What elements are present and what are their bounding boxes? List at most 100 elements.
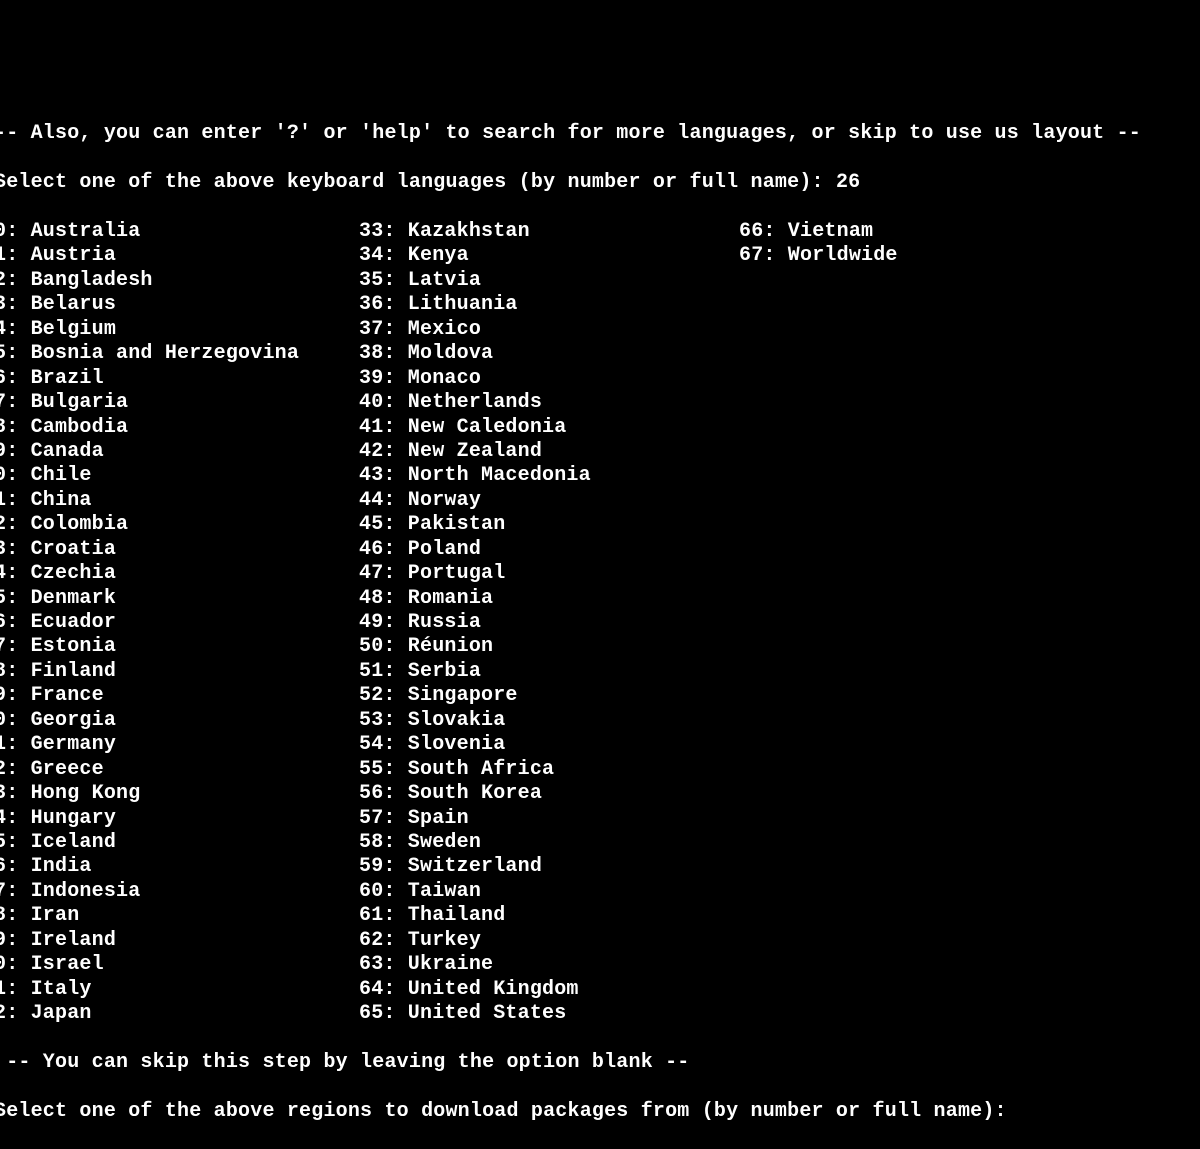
region-item: 60: Taiwan <box>359 880 739 904</box>
region-row: 5: Denmark 48: Romania <box>0 587 1194 611</box>
region-item: 6: Ecuador <box>0 611 359 635</box>
region-item: 6: Brazil <box>0 367 359 391</box>
region-row: 9: France 52: Singapore <box>0 684 1194 708</box>
region-item: 4: Czechia <box>0 562 359 586</box>
region-item: 56: South Korea <box>359 782 739 806</box>
region-item: 50: Réunion <box>359 635 739 659</box>
region-row: 3: Hong Kong 56: South Korea <box>0 782 1194 806</box>
region-item: 36: Lithuania <box>359 293 739 317</box>
keyboard-prompt-line: Select one of the above keyboard languag… <box>0 171 1194 195</box>
region-item: 47: Portugal <box>359 562 739 586</box>
region-row: 0: Australia 33: Kazakhstan 66: Vietnam <box>0 220 1194 244</box>
region-row: 7: Indonesia 60: Taiwan <box>0 880 1194 904</box>
region-item: 53: Slovakia <box>359 709 739 733</box>
region-row: 1: Austria 34: Kenya 67: Worldwide <box>0 244 1194 268</box>
region-item: 9: Canada <box>0 440 359 464</box>
region-item: 62: Turkey <box>359 929 739 953</box>
skip-hint-line: -- You can skip this step by leaving the… <box>0 1051 1194 1075</box>
region-item: 40: Netherlands <box>359 391 739 415</box>
region-item: 1: Germany <box>0 733 359 757</box>
region-item: 42: New Zealand <box>359 440 739 464</box>
region-prompt-text: Select one of the above regions to downl… <box>0 1100 1007 1123</box>
region-item: 0: Georgia <box>0 709 359 733</box>
region-item: 3: Hong Kong <box>0 782 359 806</box>
region-row: 9: Ireland 62: Turkey <box>0 929 1194 953</box>
region-item: 54: Slovenia <box>359 733 739 757</box>
region-item: 7: Bulgaria <box>0 391 359 415</box>
region-row: 0: Georgia 53: Slovakia <box>0 709 1194 733</box>
region-row: 6: India 59: Switzerland <box>0 855 1194 879</box>
region-item: 6: India <box>0 855 359 879</box>
region-row: 8: Iran 61: Thailand <box>0 904 1194 928</box>
region-row: 5: Bosnia and Herzegovina 38: Moldova <box>0 342 1194 366</box>
region-item: 7: Estonia <box>0 635 359 659</box>
region-item: 0: Chile <box>0 464 359 488</box>
region-row: 8: Finland 51: Serbia <box>0 660 1194 684</box>
region-item: 9: France <box>0 684 359 708</box>
region-item: 59: Switzerland <box>359 855 739 879</box>
keyboard-input-value[interactable]: 26 <box>836 171 860 194</box>
region-row: 2: Bangladesh 35: Latvia <box>0 269 1194 293</box>
region-row: 2: Greece 55: South Africa <box>0 758 1194 782</box>
region-item: 67: Worldwide <box>739 244 1139 268</box>
region-list: 0: Australia 33: Kazakhstan 66: Vietnam1… <box>0 220 1194 1026</box>
region-item: 2: Greece <box>0 758 359 782</box>
region-item: 4: Hungary <box>0 807 359 831</box>
region-item: 5: Iceland <box>0 831 359 855</box>
region-item: 1: China <box>0 489 359 513</box>
region-item: 33: Kazakhstan <box>359 220 739 244</box>
region-row: 7: Estonia 50: Réunion <box>0 635 1194 659</box>
region-item: 61: Thailand <box>359 904 739 928</box>
region-item: 3: Croatia <box>0 538 359 562</box>
region-item: 49: Russia <box>359 611 739 635</box>
region-item: 3: Belarus <box>0 293 359 317</box>
region-row: 5: Iceland 58: Sweden <box>0 831 1194 855</box>
region-item: 51: Serbia <box>359 660 739 684</box>
region-item: 2: Colombia <box>0 513 359 537</box>
region-item: 65: United States <box>359 1002 739 1026</box>
region-item: 0: Australia <box>0 220 359 244</box>
region-item: 2: Bangladesh <box>0 269 359 293</box>
region-item: 7: Indonesia <box>0 880 359 904</box>
region-item: 34: Kenya <box>359 244 739 268</box>
region-row: 2: Colombia 45: Pakistan <box>0 513 1194 537</box>
region-item: 66: Vietnam <box>739 220 1139 244</box>
region-item: 4: Belgium <box>0 318 359 342</box>
region-item: 5: Bosnia and Herzegovina <box>0 342 359 366</box>
region-item: 1: Austria <box>0 244 359 268</box>
region-prompt-line[interactable]: Select one of the above regions to downl… <box>0 1100 1194 1124</box>
region-row: 1: Germany 54: Slovenia <box>0 733 1194 757</box>
region-item: 58: Sweden <box>359 831 739 855</box>
region-item: 43: North Macedonia <box>359 464 739 488</box>
region-row: 2: Japan 65: United States <box>0 1002 1194 1026</box>
region-row: 3: Croatia 46: Poland <box>0 538 1194 562</box>
region-row: 7: Bulgaria 40: Netherlands <box>0 391 1194 415</box>
region-item: 8: Iran <box>0 904 359 928</box>
region-item: 9: Ireland <box>0 929 359 953</box>
region-item: 35: Latvia <box>359 269 739 293</box>
region-item: 55: South Africa <box>359 758 739 782</box>
region-row: 9: Canada 42: New Zealand <box>0 440 1194 464</box>
region-item: 8: Finland <box>0 660 359 684</box>
region-item: 39: Monaco <box>359 367 739 391</box>
region-item: 48: Romania <box>359 587 739 611</box>
region-row: 1: Italy 64: United Kingdom <box>0 978 1194 1002</box>
region-row: 6: Brazil 39: Monaco <box>0 367 1194 391</box>
region-item: 63: Ukraine <box>359 953 739 977</box>
region-item: 37: Mexico <box>359 318 739 342</box>
region-row: 1: China 44: Norway <box>0 489 1194 513</box>
region-row: 0: Chile 43: North Macedonia <box>0 464 1194 488</box>
region-item: 41: New Caledonia <box>359 416 739 440</box>
region-item: 44: Norway <box>359 489 739 513</box>
region-row: 4: Czechia 47: Portugal <box>0 562 1194 586</box>
region-row: 4: Hungary 57: Spain <box>0 807 1194 831</box>
help-hint-line: -- Also, you can enter '?' or 'help' to … <box>0 122 1194 146</box>
region-item: 38: Moldova <box>359 342 739 366</box>
region-item: 1: Italy <box>0 978 359 1002</box>
region-item: 46: Poland <box>359 538 739 562</box>
region-item: 0: Israel <box>0 953 359 977</box>
region-item: 57: Spain <box>359 807 739 831</box>
region-item: 8: Cambodia <box>0 416 359 440</box>
region-row: 6: Ecuador 49: Russia <box>0 611 1194 635</box>
region-row: 3: Belarus 36: Lithuania <box>0 293 1194 317</box>
